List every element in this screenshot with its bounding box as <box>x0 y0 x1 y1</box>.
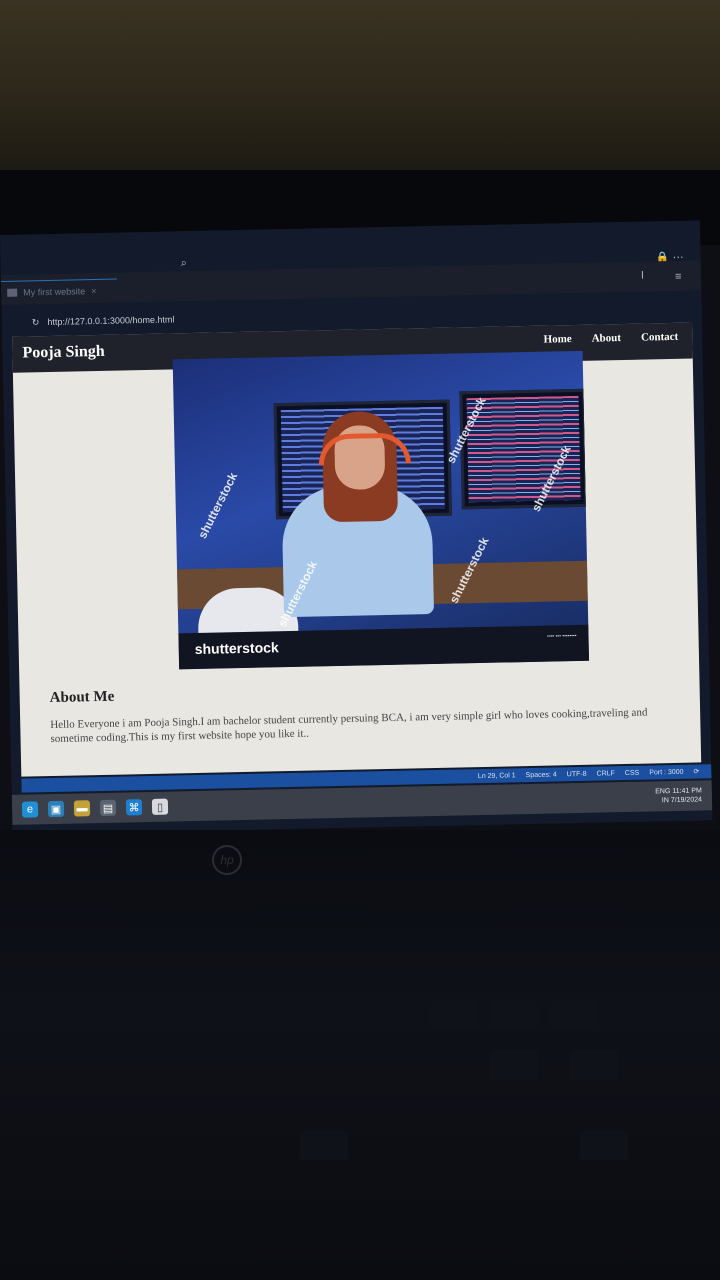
keyboard-key <box>580 1130 628 1160</box>
monitor-screen: ⌕ 🔒 ⋯ My first website × I ≡ ↻ http://12… <box>0 220 713 835</box>
photo-footer-brand: shutterstock <box>194 639 279 658</box>
status-position[interactable]: Ln 29, Col 1 <box>478 772 516 780</box>
nav-link-about[interactable]: About <box>592 332 622 345</box>
status-port[interactable]: Port : 3000 <box>649 768 683 776</box>
site-brand[interactable]: Pooja Singh <box>22 343 105 363</box>
system-tray[interactable]: ENG 11:41 PM IN 7/19/2024 <box>655 786 702 805</box>
tray-region: IN <box>661 797 669 805</box>
document-icon[interactable]: ▯ <box>151 798 169 815</box>
tray-date: 7/19/2024 <box>670 796 703 805</box>
page-favicon-icon <box>7 288 18 297</box>
cursor-icon: I <box>640 269 645 282</box>
nav-link-contact[interactable]: Contact <box>641 331 679 344</box>
close-icon[interactable]: × <box>91 286 96 296</box>
about-heading: About Me <box>49 688 115 707</box>
search-icon[interactable]: ⌕ <box>181 257 187 270</box>
menu-icon[interactable]: ≡ <box>675 271 682 283</box>
status-encoding[interactable]: UTF-8 <box>567 770 587 777</box>
keyboard-key <box>300 1130 348 1160</box>
store-icon[interactable]: ▤ <box>99 799 117 817</box>
keyboard-key <box>570 1050 618 1080</box>
notification-icon[interactable]: ⟳ <box>693 767 699 775</box>
status-language[interactable]: CSS <box>625 769 640 776</box>
watermark: shutterstock <box>195 470 241 541</box>
edge-icon[interactable]: e <box>21 801 39 818</box>
file-explorer-icon[interactable]: ▣ <box>47 800 65 818</box>
hero-photo: shutterstock shutterstock shutterstock s… <box>172 350 590 670</box>
status-spaces[interactable]: Spaces: 4 <box>526 771 557 779</box>
keyboard-key <box>430 1000 478 1030</box>
browser-tab[interactable]: My first website × <box>0 278 118 304</box>
keyboard-key <box>550 1000 598 1030</box>
photo-footer-id: ▪▪▪▪ ▪▪▪ ▪▪▪▪▪▪▪▪ <box>547 633 577 640</box>
about-text: Hello Everyone i am Pooja Singh.I am bac… <box>50 706 648 746</box>
keyboard-key <box>490 1050 538 1080</box>
tab-title: My first website <box>23 286 86 298</box>
web-page: Pooja Singh Home About Contact shutterst… <box>12 322 702 777</box>
reload-icon[interactable]: ↻ <box>32 317 40 328</box>
laptop-keyboard-area <box>0 830 720 1280</box>
folder-icon[interactable]: ▬ <box>73 800 91 817</box>
tray-lang: ENG <box>655 788 671 796</box>
tray-time: 11:41 PM <box>672 787 702 796</box>
keyboard-key <box>490 1000 538 1030</box>
photo-footer: shutterstock ▪▪▪▪ ▪▪▪ ▪▪▪▪▪▪▪▪ <box>178 624 590 670</box>
nav-links: Home About Contact <box>543 331 678 346</box>
status-eol[interactable]: CRLF <box>597 770 615 777</box>
url-text[interactable]: http://127.0.0.1:3000/home.html <box>47 314 174 327</box>
hp-logo: hp <box>212 845 242 875</box>
vscode-icon[interactable]: ⌘ <box>125 799 143 816</box>
nav-link-home[interactable]: Home <box>543 333 571 346</box>
